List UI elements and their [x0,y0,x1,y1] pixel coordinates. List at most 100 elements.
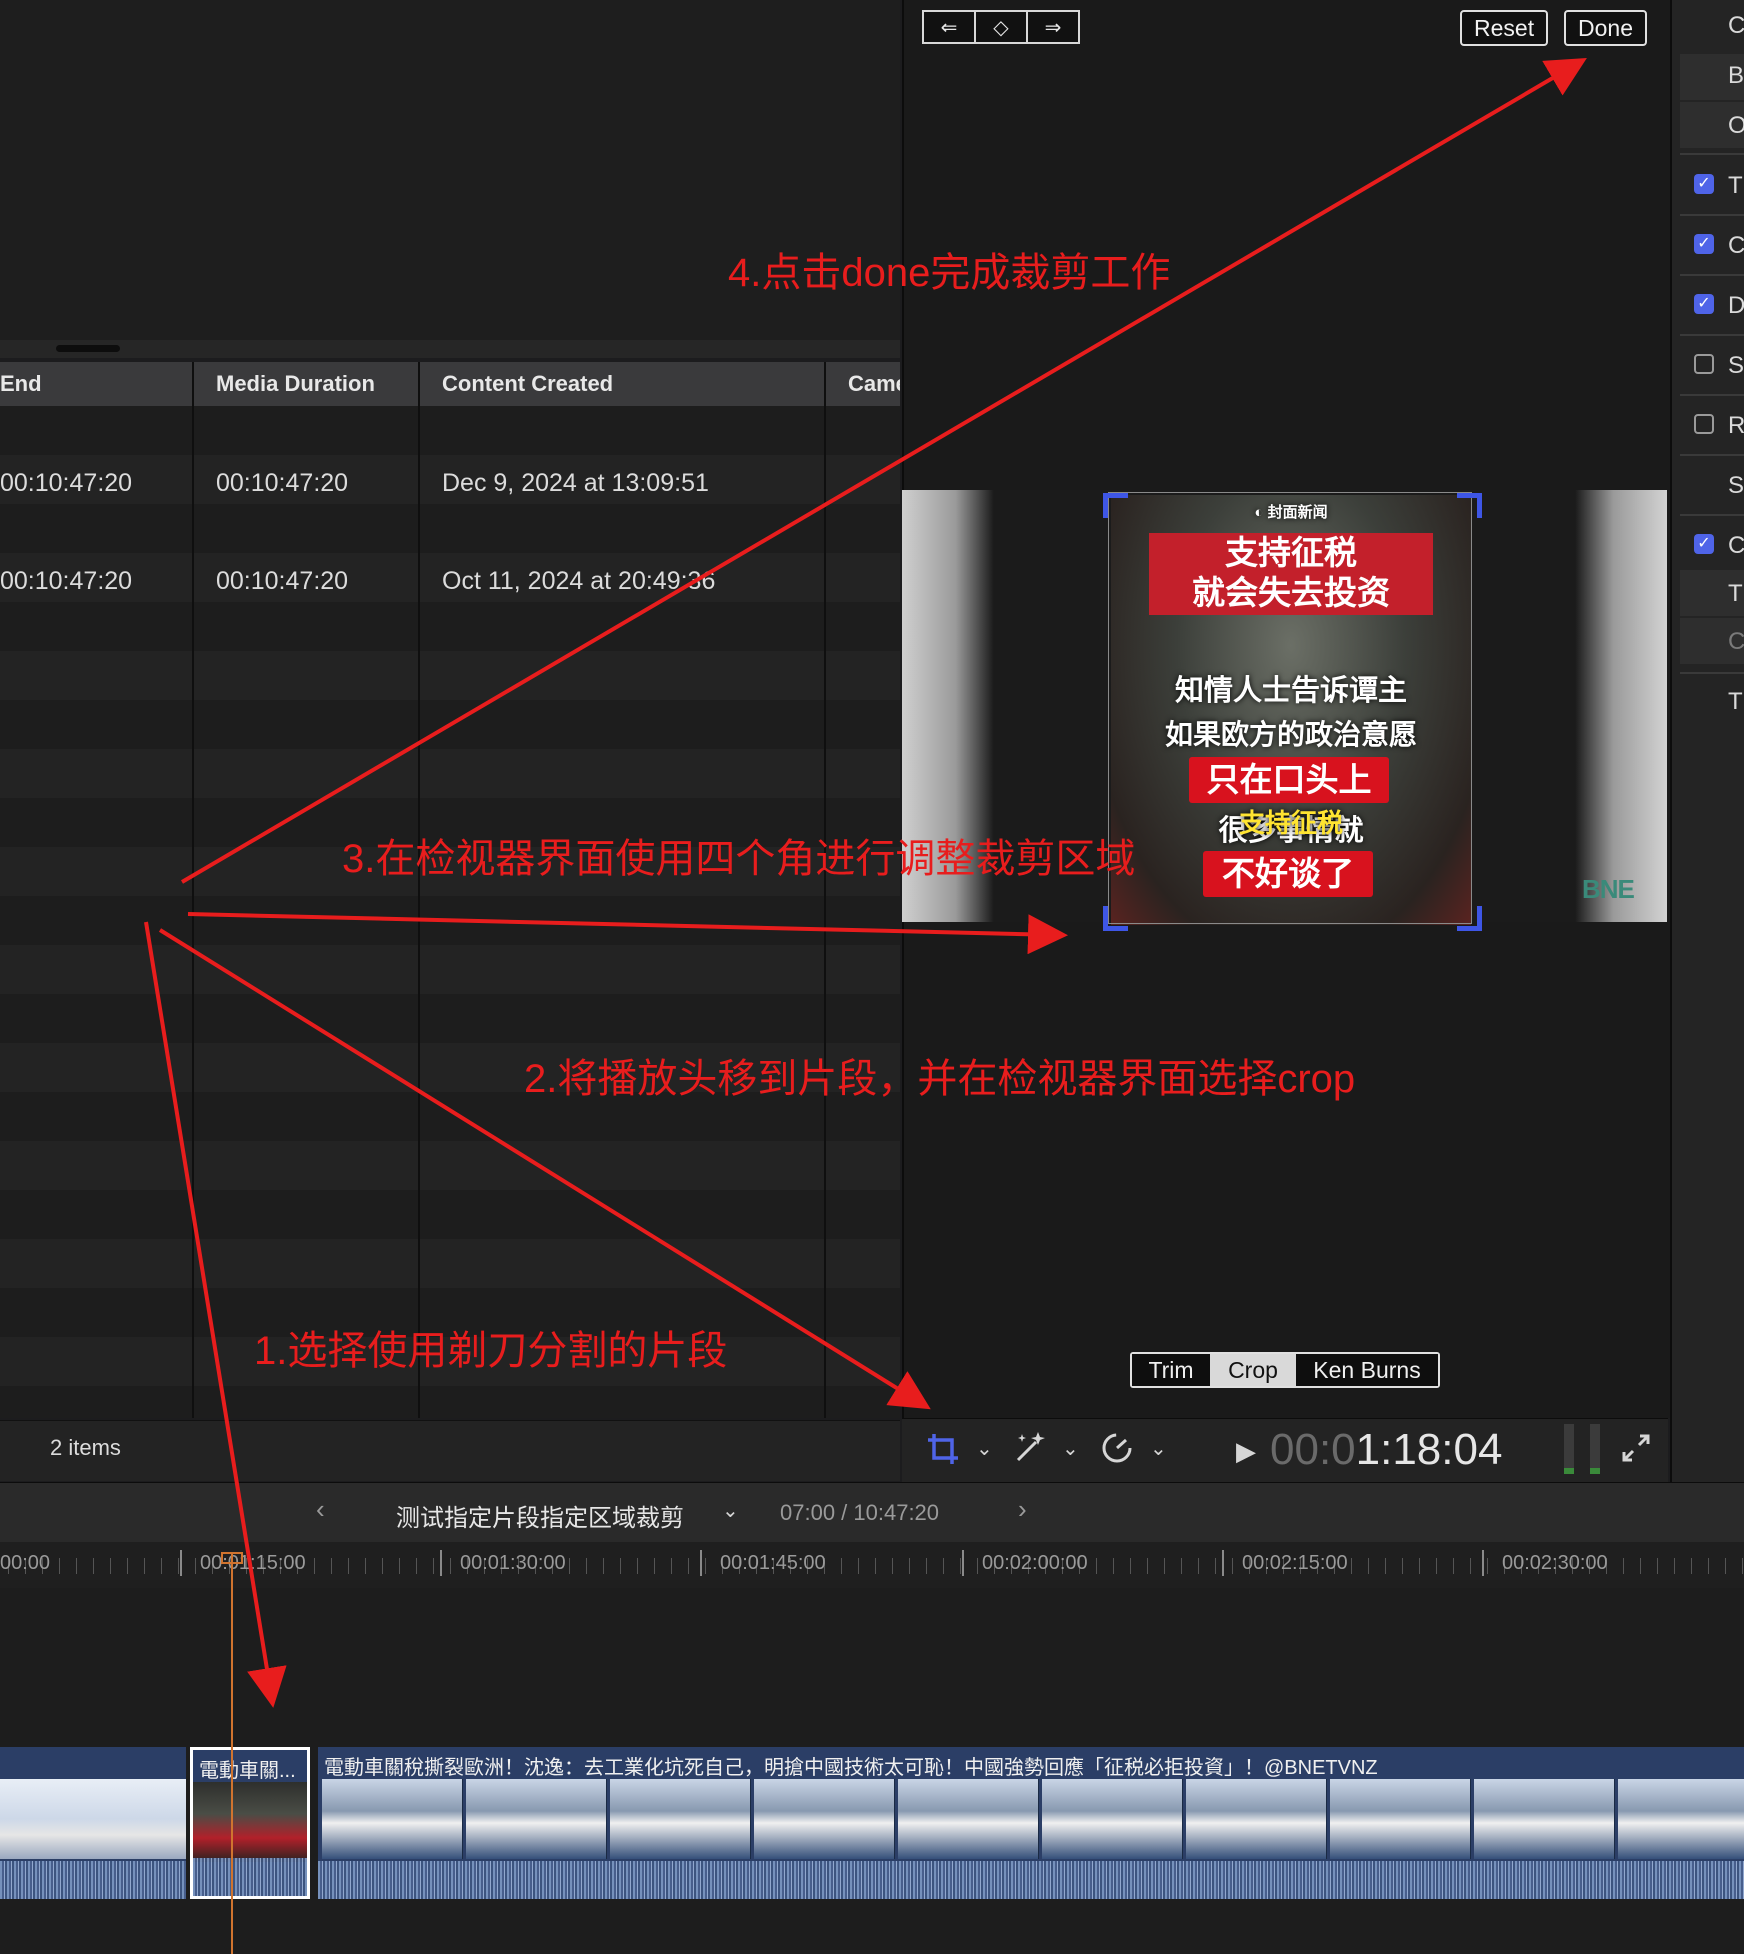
ruler-tick-label: 00:02:30:00 [1502,1552,1608,1574]
timeline-clip[interactable]: 電動車關稅撕裂歐洲！沈逸：去工業化坑死自己，明搶中國技術太可恥！中國強勢回應「征… [318,1747,1744,1899]
previous-keyframe-button[interactable]: ⇐ [922,10,976,44]
column-camera[interactable]: Came [848,362,900,406]
annotation-step1: 1.选择使用剃刀分割的片段 [254,1329,728,1373]
ruler-minor-tick [331,1558,332,1574]
column-media-duration[interactable]: Media Duration [216,362,416,406]
chevron-down-icon[interactable]: ⌄ [976,1436,993,1461]
checkbox-checked[interactable]: ✓ [1694,534,1714,554]
ruler-minor-tick [926,1558,927,1574]
column-content-created[interactable]: Content Created [442,362,822,406]
crop-handle-bottom-right[interactable] [1457,906,1482,931]
inspector-divider [1680,214,1744,216]
ruler-minor-tick [1215,1558,1216,1574]
ruler-minor-tick [1725,1558,1726,1574]
ruler-minor-tick [858,1558,859,1574]
checkbox-checked[interactable]: ✓ [1694,174,1714,194]
crop-handle-top-left[interactable] [1103,493,1128,518]
ruler-minor-tick [1385,1558,1386,1574]
ruler-minor-tick [1691,1558,1692,1574]
ruler-minor-tick [1402,1558,1403,1574]
ruler-minor-tick [960,1558,961,1574]
done-button[interactable]: Done [1564,10,1647,46]
items-count: 2 items [50,1435,121,1460]
ruler-minor-tick [1640,1558,1641,1574]
list-column-header: End Media Duration Content Created Came [0,362,900,407]
add-keyframe-button[interactable]: ◇ [974,10,1028,44]
crop-handle-top-right[interactable] [1457,493,1482,518]
splitter-grip[interactable] [56,345,120,352]
column-end[interactable]: End [0,362,190,406]
checkbox-checked[interactable]: ✓ [1694,234,1714,254]
ruler-minor-tick [654,1558,655,1574]
inspector-label: D [1728,292,1744,319]
inspector-label: S [1728,352,1744,379]
crop-mode-button[interactable]: Crop [1210,1354,1296,1386]
crop-tool-icon[interactable] [926,1432,960,1473]
ruler-minor-tick [1487,1558,1488,1574]
ruler-minor-tick [1436,1558,1437,1574]
ruler-minor-tick [1164,1558,1165,1574]
ruler-minor-tick [1130,1558,1131,1574]
ruler-minor-tick [365,1558,366,1574]
chevron-down-icon[interactable]: ⌄ [1150,1436,1167,1461]
ruler-minor-tick [688,1558,689,1574]
history-back-icon[interactable]: ‹ [316,1494,325,1525]
reset-button[interactable]: Reset [1460,10,1549,46]
crop-frame[interactable] [1108,492,1472,924]
clip-title: 電動車關... [199,1760,296,1782]
next-keyframe-button[interactable]: ⇒ [1026,10,1080,44]
ruler-minor-tick [1181,1558,1182,1574]
playhead[interactable] [231,1552,233,1954]
ruler-minor-tick [382,1558,383,1574]
timeline-position: 07:00 / 10:47:20 [780,1500,940,1525]
checkbox-checked[interactable]: ✓ [1694,294,1714,314]
ruler-minor-tick [1674,1558,1675,1574]
annotation-step3: 3.在检视器界面使用四个角进行调整裁剪区域 [342,837,1136,881]
table-row[interactable] [0,452,900,648]
inspector-label: T [1728,172,1743,199]
ruler-minor-tick [586,1558,587,1574]
timecode-value: 1:18:04 [1355,1425,1503,1474]
clip-thumbnail [193,1782,307,1862]
ruler-minor-tick [1742,1558,1743,1574]
ken-burns-mode-button[interactable]: Ken Burns [1296,1354,1438,1386]
crop-mode-segmented-control: Trim Crop Ken Burns [1130,1352,1440,1388]
timecode-dim: 00:0 [1270,1425,1356,1474]
ruler-minor-tick [416,1558,417,1574]
magic-wand-icon[interactable] [1012,1428,1048,1471]
inspector-label: O [1728,112,1744,139]
clip-thumbnail [1042,1779,1183,1859]
checkbox-unchecked[interactable] [1694,354,1714,374]
chevron-down-icon[interactable]: ⌄ [722,1498,739,1523]
ruler-minor-tick [977,1558,978,1574]
play-icon[interactable]: ▶ [1236,1436,1256,1467]
clip-thumbnail [1330,1779,1471,1859]
project-name[interactable]: 测试指定片段指定区域裁剪 [396,1498,684,1533]
ruler-minor-tick [909,1558,910,1574]
clip-thumbnail [754,1779,895,1859]
timecode-display[interactable]: 00:01:18:04 [1270,1425,1502,1475]
ruler-major-tick [180,1550,182,1576]
speed-gauge-icon[interactable] [1100,1430,1134,1471]
browser-splitter[interactable] [0,340,900,358]
ruler-minor-tick [314,1558,315,1574]
inspector-divider [1680,514,1744,516]
inspector-label: S [1728,472,1744,499]
selected-clip[interactable]: 電動車關... [190,1747,310,1899]
checkbox-unchecked[interactable] [1694,414,1714,434]
playhead-handle[interactable] [221,1552,243,1564]
clip-waveform [318,1861,1744,1899]
ruler-minor-tick [59,1558,60,1574]
ruler-tick-label: 00:01:30:00 [460,1552,566,1574]
ruler-minor-tick [93,1558,94,1574]
clip-thumbnail [610,1779,751,1859]
history-forward-icon[interactable]: › [1018,1494,1027,1525]
timeline-clip[interactable] [0,1747,186,1899]
ruler-minor-tick [1657,1558,1658,1574]
fullscreen-icon[interactable] [1620,1432,1652,1471]
browser-footer [0,1420,900,1481]
crop-handle-bottom-left[interactable] [1103,906,1128,931]
ruler-minor-tick [110,1558,111,1574]
trim-mode-button[interactable]: Trim [1132,1354,1210,1386]
chevron-down-icon[interactable]: ⌄ [1062,1436,1079,1461]
